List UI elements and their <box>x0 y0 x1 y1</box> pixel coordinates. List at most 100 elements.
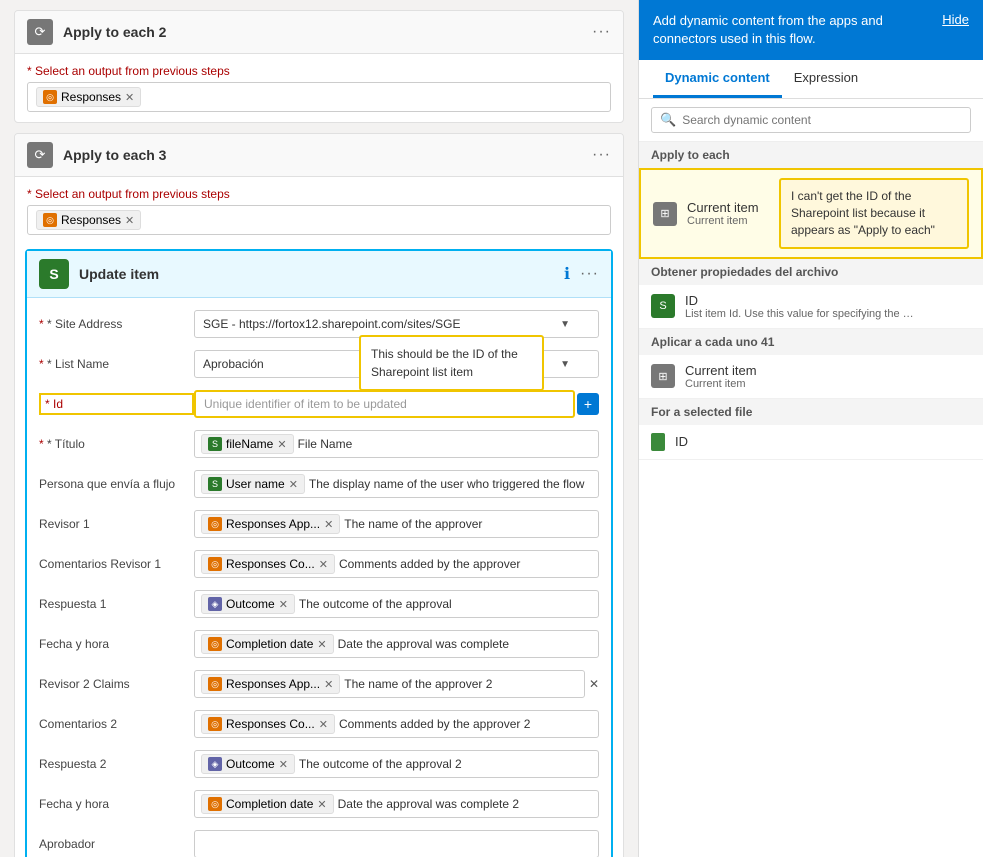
persona-text: The display name of the user who trigger… <box>309 477 584 491</box>
panel-content: Apply to each ⊞ Current item Current ite… <box>639 142 983 857</box>
revisor1-content: ◎ Responses App... ✕ The name of the app… <box>194 510 599 538</box>
comentarios2-row: Comentarios 2 ◎ Responses Co... ✕ Commen… <box>39 708 599 740</box>
fecha-row: Fecha y hora ◎ Completion date ✕ Date th… <box>39 628 599 660</box>
persona-token: S User name ✕ <box>201 474 305 494</box>
respuesta1-token-icon: ◈ <box>208 597 222 611</box>
comentarios1-token: ◎ Responses Co... ✕ <box>201 554 335 574</box>
apply-each-2-token-remove[interactable]: ✕ <box>125 91 134 104</box>
persona-input[interactable]: S User name ✕ The display name of the us… <box>194 470 599 498</box>
list-name-value: Aprobación <box>203 357 264 371</box>
aprobador-input[interactable] <box>194 830 599 857</box>
callout-box: I can't get the ID of the Sharepoint lis… <box>779 178 969 248</box>
comentarios1-text: Comments added by the approver <box>339 557 520 571</box>
panel-item-id-2[interactable]: ID <box>639 425 983 460</box>
fecha-token-label: Completion date <box>226 637 313 651</box>
respuesta2-token-remove[interactable]: ✕ <box>279 758 288 771</box>
fecha-token-icon: ◎ <box>208 637 222 651</box>
respuesta2-label: Respuesta 2 <box>39 757 194 771</box>
id-1-title: ID <box>685 293 971 308</box>
fecha2-text: Date the approval was complete 2 <box>338 797 519 811</box>
revisor1-token-remove[interactable]: ✕ <box>324 518 333 531</box>
apply-each-2-select-label: * Select an output from previous steps <box>27 64 611 78</box>
site-address-dropdown[interactable]: SGE - https://fortox12.sharepoint.com/si… <box>194 310 599 338</box>
fecha2-token-remove[interactable]: ✕ <box>317 798 326 811</box>
apply-each-3-title: Apply to each 3 <box>63 147 592 163</box>
fecha2-input[interactable]: ◎ Completion date ✕ Date the approval wa… <box>194 790 599 818</box>
revisor1-token-icon: ◎ <box>208 517 222 531</box>
revisor2-token-remove[interactable]: ✕ <box>324 678 333 691</box>
tab-dynamic-content[interactable]: Dynamic content <box>653 60 782 98</box>
info-icon[interactable]: ℹ <box>564 264 570 284</box>
respuesta1-token-remove[interactable]: ✕ <box>279 598 288 611</box>
search-input[interactable] <box>682 113 962 127</box>
update-item-more[interactable]: ··· <box>580 265 599 283</box>
comentarios2-text: Comments added by the approver 2 <box>339 717 530 731</box>
comentarios1-token-remove[interactable]: ✕ <box>319 558 328 571</box>
comentarios2-content: ◎ Responses Co... ✕ Comments added by th… <box>194 710 599 738</box>
list-name-label: * List Name <box>39 357 194 371</box>
fecha-input[interactable]: ◎ Completion date ✕ Date the approval wa… <box>194 630 599 658</box>
aprobador-row: Aprobador <box>39 828 599 857</box>
apply-each-2-token-input[interactable]: ◎ Responses ✕ <box>27 82 611 112</box>
respuesta1-input[interactable]: ◈ Outcome ✕ The outcome of the approval <box>194 590 599 618</box>
apply-each-3-body: * Select an output from previous steps ◎… <box>15 177 623 245</box>
callout-text: I can't get the ID of the Sharepoint lis… <box>791 189 935 237</box>
site-address-label: * Site Address <box>39 317 194 331</box>
current-item-2-info: Current item Current item <box>685 363 971 390</box>
update-item-icon: S <box>39 259 69 289</box>
persona-token-remove[interactable]: ✕ <box>289 478 298 491</box>
apply-each-3-token-label: Responses <box>61 213 121 227</box>
panel-item-id-1[interactable]: S ID List item Id. Use this value for sp… <box>639 285 983 329</box>
titulo-label: * Título <box>39 437 194 451</box>
titulo-token-remove[interactable]: ✕ <box>277 438 286 451</box>
revisor1-input[interactable]: ◎ Responses App... ✕ The name of the app… <box>194 510 599 538</box>
id-1-info: ID List item Id. Use this value for spec… <box>685 293 971 320</box>
apply-each-2-more[interactable]: ··· <box>592 23 611 41</box>
comentarios1-input[interactable]: ◎ Responses Co... ✕ Comments added by th… <box>194 550 599 578</box>
panel-item-current-item-2[interactable]: ⊞ Current item Current item <box>639 355 983 399</box>
responses-icon-2: ◎ <box>43 213 57 227</box>
apply-each-3-select-label: * Select an output from previous steps <box>27 187 611 201</box>
id-label: * Id <box>39 393 194 415</box>
update-item-header: S Update item ℹ ··· <box>27 251 611 298</box>
tab-expression[interactable]: Expression <box>782 60 870 98</box>
revisor2-token-icon: ◎ <box>208 677 222 691</box>
panel-hide-button[interactable]: Hide <box>942 12 969 27</box>
current-item-2-icon: ⊞ <box>651 364 675 388</box>
apply-each-3-token-remove[interactable]: ✕ <box>125 214 134 227</box>
titulo-input[interactable]: S fileName ✕ File Name <box>194 430 599 458</box>
update-item-title: Update item <box>79 266 564 282</box>
id-field[interactable]: Unique identifier of item to be updated <box>194 390 575 418</box>
fecha-content: ◎ Completion date ✕ Date the approval wa… <box>194 630 599 658</box>
revisor2-token: ◎ Responses App... ✕ <box>201 674 340 694</box>
revisor2-close[interactable]: ✕ <box>589 677 599 691</box>
panel-search: 🔍 <box>639 99 983 142</box>
id-content: Unique identifier of item to be updated … <box>194 390 575 418</box>
apply-each-2-token-label: Responses <box>61 90 121 104</box>
fecha-token-remove[interactable]: ✕ <box>317 638 326 651</box>
revisor2-label: Revisor 2 Claims <box>39 677 194 691</box>
panel-item-current-item-1[interactable]: ⊞ Current item Current item I can't get … <box>639 168 983 258</box>
apply-each-2-header: ⟳ Apply to each 2 ··· <box>15 11 623 54</box>
current-item-1-icon: ⊞ <box>653 202 677 226</box>
respuesta2-token-icon: ◈ <box>208 757 222 771</box>
revisor2-input[interactable]: ◎ Responses App... ✕ The name of the app… <box>194 670 585 698</box>
comentarios1-row: Comentarios Revisor 1 ◎ Responses Co... … <box>39 548 599 580</box>
apply-each-2-card: ⟳ Apply to each 2 ··· * Select an output… <box>14 10 624 123</box>
comentarios2-token-remove[interactable]: ✕ <box>319 718 328 731</box>
respuesta2-input[interactable]: ◈ Outcome ✕ The outcome of the approval … <box>194 750 599 778</box>
respuesta2-row: Respuesta 2 ◈ Outcome ✕ The outcome of t… <box>39 748 599 780</box>
revisor2-row: Revisor 2 Claims ◎ Responses App... ✕ Th… <box>39 668 599 700</box>
search-box[interactable]: 🔍 <box>651 107 971 133</box>
respuesta2-text: The outcome of the approval 2 <box>299 757 462 771</box>
apply-each-3-token-input[interactable]: ◎ Responses ✕ <box>27 205 611 235</box>
fecha2-row: Fecha y hora ◎ Completion date ✕ Date th… <box>39 788 599 820</box>
main-area: ⟳ Apply to each 2 ··· * Select an output… <box>0 0 638 857</box>
titulo-token-icon: S <box>208 437 222 451</box>
apply-each-3-header: ⟳ Apply to each 3 ··· <box>15 134 623 177</box>
comentarios2-input[interactable]: ◎ Responses Co... ✕ Comments added by th… <box>194 710 599 738</box>
right-panel: Add dynamic content from the apps and co… <box>638 0 983 857</box>
id-add-dynamic[interactable]: + <box>577 393 599 415</box>
respuesta2-token-label: Outcome <box>226 757 275 771</box>
apply-each-3-more[interactable]: ··· <box>592 146 611 164</box>
